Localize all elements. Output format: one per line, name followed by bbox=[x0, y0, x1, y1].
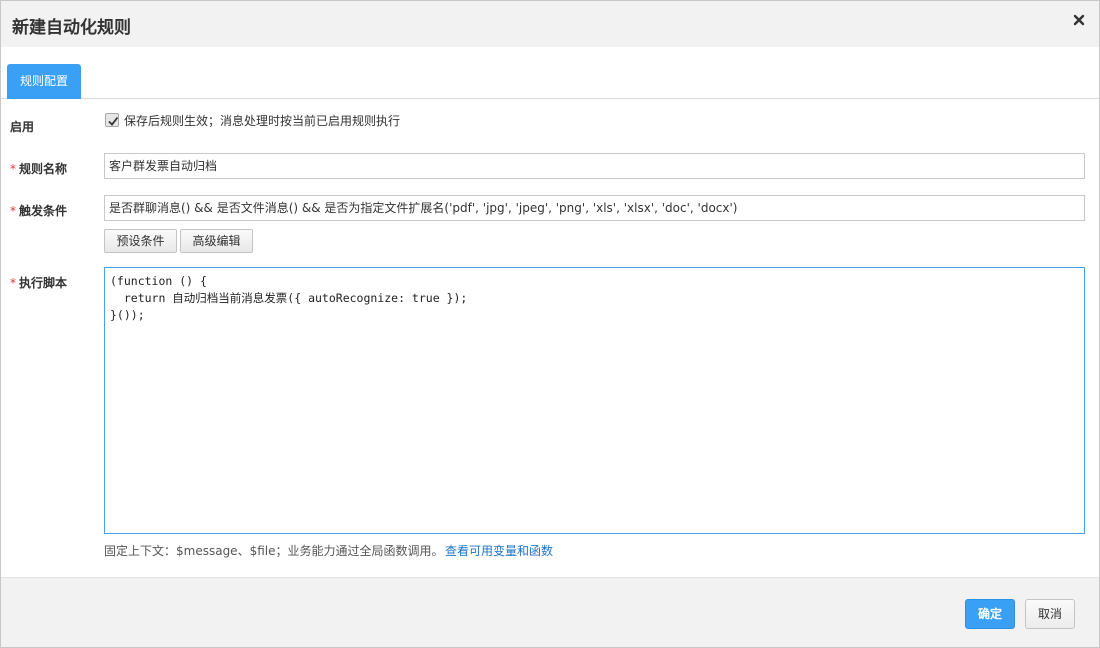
dialog-title: 新建自动化规则 bbox=[12, 18, 131, 38]
script-label: * 执行脚本 bbox=[10, 274, 67, 291]
script-label-text: 执行脚本 bbox=[19, 276, 68, 290]
required-mark: * bbox=[10, 204, 16, 218]
rule-name-input[interactable]: 客户群发票自动归档 bbox=[104, 153, 1085, 179]
trigger-label-text: 触发条件 bbox=[19, 204, 68, 218]
rule-name-label: * 规则名称 bbox=[10, 160, 67, 177]
trigger-condition-input[interactable]: 是否群聊消息() && 是否文件消息() && 是否为指定文件扩展名('pdf'… bbox=[104, 195, 1085, 221]
enable-description: 保存后规则生效；消息处理时按当前已启用规则执行 bbox=[124, 114, 401, 128]
required-mark: * bbox=[10, 276, 16, 290]
enable-checkbox[interactable] bbox=[105, 113, 119, 127]
rule-dialog: 新建自动化规则 规则配置 启用 保存后规则生效；消息处理时按当前已启用规则执行 … bbox=[0, 0, 1100, 648]
rule-name-label-text: 规则名称 bbox=[19, 162, 68, 176]
advanced-edit-button[interactable]: 高级编辑 bbox=[180, 229, 253, 253]
tab-bar: 规则配置 bbox=[1, 47, 1099, 99]
trigger-label: * 触发条件 bbox=[10, 202, 67, 219]
script-hint: 固定上下文：$message、$file；业务能力通过全局函数调用。 bbox=[104, 544, 444, 558]
tab-rule-config[interactable]: 规则配置 bbox=[7, 64, 81, 99]
required-mark: * bbox=[10, 162, 16, 176]
view-variables-link[interactable]: 查看可用变量和函数 bbox=[445, 542, 553, 559]
preset-condition-button[interactable]: 预设条件 bbox=[104, 229, 177, 253]
close-icon[interactable] bbox=[1071, 12, 1087, 28]
dialog-footer: 确定 取消 bbox=[1, 577, 1099, 647]
enable-label: 启用 bbox=[10, 120, 35, 134]
dialog-header: 新建自动化规则 bbox=[1, 1, 1099, 47]
check-icon bbox=[108, 116, 119, 126]
confirm-button[interactable]: 确定 bbox=[965, 599, 1015, 629]
cancel-button[interactable]: 取消 bbox=[1025, 599, 1075, 629]
script-editor[interactable]: (function () { return 自动归档当前消息发票({ autoR… bbox=[104, 267, 1085, 534]
